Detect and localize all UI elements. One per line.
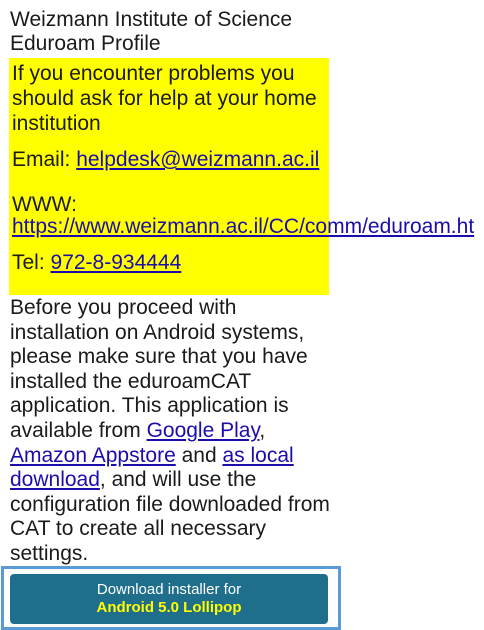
amazon-appstore-link[interactable]: Amazon Appstore [10,444,176,467]
google-play-link[interactable]: Google Play [147,419,260,442]
separator: and [175,443,223,467]
separator: , [259,418,266,442]
www-link[interactable]: https://www.weizmann.ac.il/CC/comm/eduro… [12,215,474,238]
tel-row: Tel: 972-8-934444 [12,250,181,275]
installation-description: Before you proceed with installation on … [10,296,330,567]
profile-header: Weizmann Institute of Science Eduroam Pr… [10,8,292,56]
download-button-platform: Android 5.0 Lollipop [96,599,242,616]
download-button-label: Download installer for [96,581,242,598]
email-label: Email: [12,148,77,171]
www-row: https://www.weizmann.ac.il/CC/comm/eduro… [12,214,474,239]
email-link[interactable]: helpdesk@weizmann.ac.il [76,148,319,171]
tel-label: Tel: [12,251,51,274]
profile-name: Eduroam Profile [10,32,161,55]
help-message: If you encounter problems you should ask… [12,62,317,135]
email-row: Email: helpdesk@weizmann.ac.il [12,147,319,172]
tel-link[interactable]: 972-8-934444 [51,251,182,274]
download-installer-button[interactable]: Download installer for Android 5.0 Lolli… [10,574,328,624]
institution-name: Weizmann Institute of Science [10,8,293,31]
